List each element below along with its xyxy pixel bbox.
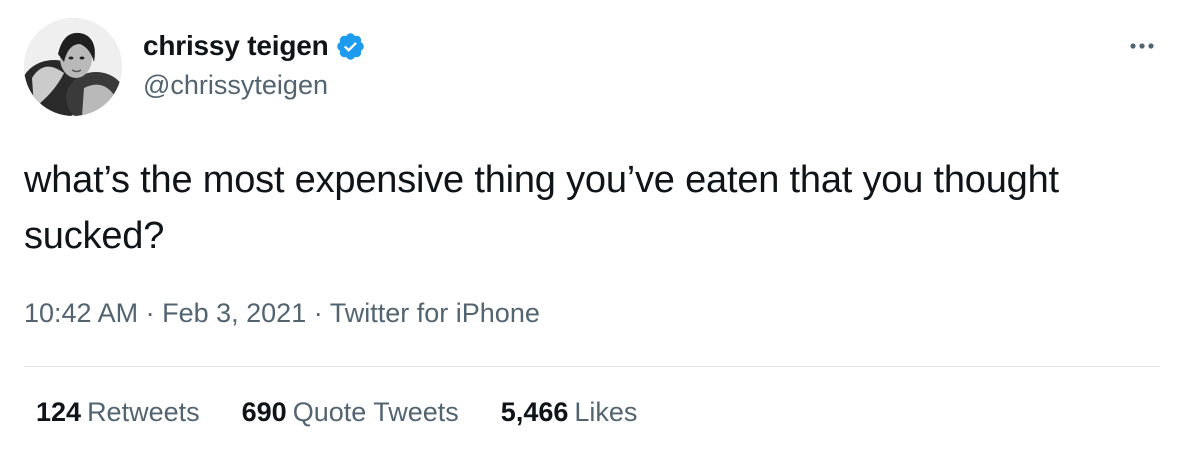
- tweet-date: Feb 3, 2021: [162, 298, 307, 328]
- retweets-count: 124: [36, 397, 82, 427]
- likes-stat[interactable]: 5,466 Likes: [501, 397, 638, 428]
- tweet-text: what’s the most expensive thing you’ve e…: [24, 159, 1059, 257]
- retweets-stat[interactable]: 124 Retweets: [36, 397, 200, 428]
- tweet-source[interactable]: Twitter for iPhone: [330, 298, 540, 328]
- tweet-time: 10:42 AM: [24, 298, 139, 328]
- meta-separator: ·: [145, 298, 155, 328]
- tweet-metadata: 10:42 AM · Feb 3, 2021 · Twitter for iPh…: [24, 298, 540, 329]
- tweet-stats: 124 Retweets 690 Quote Tweets 5,466 Likes: [36, 397, 679, 428]
- user-name-row: chrissy teigen: [143, 28, 366, 64]
- avatar[interactable]: [24, 18, 122, 116]
- verified-badge-icon: [335, 31, 366, 62]
- quote-tweets-label: Quote Tweets: [292, 397, 459, 427]
- divider: [24, 366, 1160, 367]
- likes-count: 5,466: [500, 397, 569, 427]
- tweet-card: chrissy teigen @chrissyteigen what’s the…: [0, 0, 1190, 464]
- avatar-photo: [24, 18, 122, 116]
- quote-tweets-count: 690: [241, 397, 287, 427]
- meta-separator: ·: [313, 298, 323, 328]
- display-name[interactable]: chrissy teigen: [143, 30, 329, 62]
- more-horizontal-icon: [1130, 43, 1154, 49]
- quote-tweets-stat[interactable]: 690 Quote Tweets: [242, 397, 459, 428]
- user-handle[interactable]: @chrissyteigen: [143, 70, 328, 101]
- tweet-timestamp[interactable]: 10:42 AM · Feb 3, 2021: [24, 298, 306, 328]
- more-button[interactable]: [1124, 28, 1160, 64]
- likes-label: Likes: [574, 397, 638, 427]
- retweets-label: Retweets: [87, 397, 200, 427]
